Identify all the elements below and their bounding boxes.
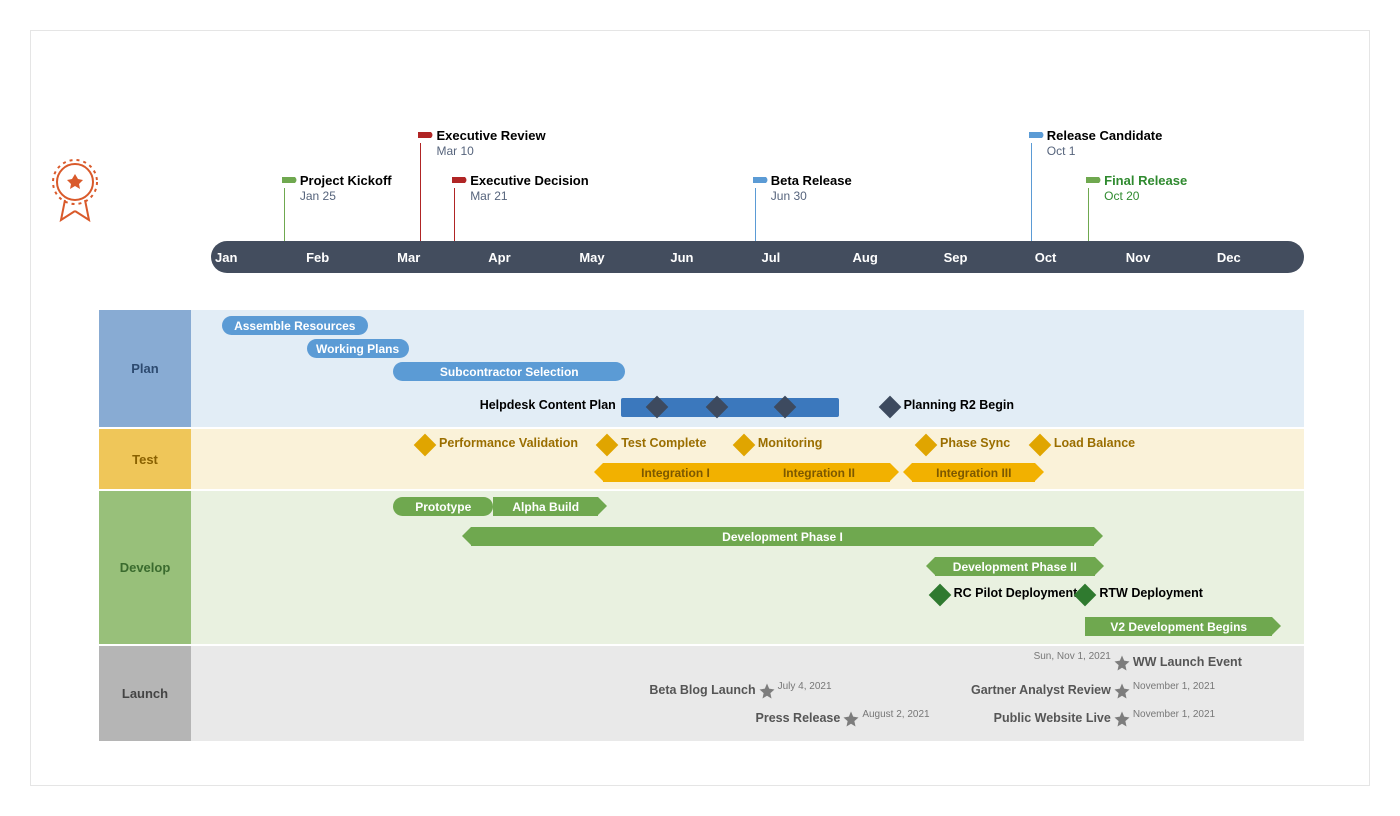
dev-phase1: Development Phase I <box>471 527 1095 546</box>
launch-star-icon <box>842 710 860 728</box>
milestone-diamond-label: Performance Validation <box>439 436 578 450</box>
alpha-bar: Alpha Build <box>493 497 598 516</box>
milestone-date: Jan 25 <box>300 189 336 203</box>
launch-star-icon <box>1113 654 1131 672</box>
launch-date: July 4, 2021 <box>778 681 832 692</box>
launch-star-icon <box>1113 710 1131 728</box>
month-label: Mar <box>393 250 484 265</box>
milestone-date: Mar 21 <box>470 189 507 203</box>
month-label: Dec <box>1213 250 1304 265</box>
integration-bar: Integration II <box>748 463 889 482</box>
milestone-date: Oct 1 <box>1047 144 1076 158</box>
swimlane-label-develop: Develop <box>99 491 191 644</box>
launch-date: November 1, 2021 <box>1133 681 1213 692</box>
launch-star-icon <box>1113 682 1131 700</box>
milestone-diamond-label: Load Balance <box>1054 436 1135 450</box>
launch-date: August 2, 2021 <box>862 709 929 720</box>
plan-task: Working Plans <box>307 339 409 358</box>
gantt-chart: JanFebMarAprMayJunJulAugSepOctNovDec Pla… <box>99 86 1304 756</box>
dev-phase2: Development Phase II <box>935 557 1094 576</box>
month-axis: JanFebMarAprMayJunJulAugSepOctNovDec <box>211 241 1304 273</box>
milestone-title: Project Kickoff <box>300 173 392 188</box>
month-label: Apr <box>484 250 575 265</box>
swimlane-label-launch: Launch <box>99 646 191 741</box>
milestone-date: Oct 20 <box>1104 189 1139 203</box>
prototype-bar: Prototype <box>393 497 493 516</box>
milestone-flag: Final ReleaseOct 20 <box>1088 86 1288 241</box>
milestone-diamond-label: Planning R2 Begin <box>904 398 1014 412</box>
integration-bar: Integration III <box>912 463 1035 482</box>
plan-task: Subcontractor Selection <box>393 362 625 381</box>
swimlane-label-plan: Plan <box>99 310 191 427</box>
month-label: Jun <box>666 250 757 265</box>
month-label: Nov <box>1122 250 1213 265</box>
launch-star-icon <box>758 682 776 700</box>
milestone-diamond-label: Test Complete <box>621 436 706 450</box>
launch-date: November 1, 2021 <box>1133 709 1213 720</box>
flag-icon <box>1029 131 1045 143</box>
milestone-title: Executive Decision <box>470 173 589 188</box>
launch-label: Press Release <box>756 711 841 725</box>
milestone-flag: Beta ReleaseJun 30 <box>755 86 955 241</box>
award-ribbon-icon <box>45 156 105 228</box>
flag-icon <box>282 176 298 188</box>
month-label: Oct <box>1031 250 1122 265</box>
month-label: Aug <box>849 250 940 265</box>
milestone-title: Final Release <box>1104 173 1187 188</box>
month-label: Jan <box>211 250 302 265</box>
launch-label: Public Website Live <box>994 711 1111 725</box>
month-label: Feb <box>302 250 393 265</box>
flag-icon <box>452 176 468 188</box>
v2-bar: V2 Development Begins <box>1085 617 1272 636</box>
swimlane-label-test: Test <box>99 429 191 489</box>
milestone-diamond-label: RTW Deployment <box>1099 586 1202 600</box>
launch-label: Beta Blog Launch <box>649 683 755 697</box>
helpdesk-label: Helpdesk Content Plan <box>480 398 616 412</box>
milestone-date: Jun 30 <box>771 189 807 203</box>
launch-date: Sun, Nov 1, 2021 <box>1034 651 1111 662</box>
milestone-flag: Executive DecisionMar 21 <box>454 86 654 241</box>
milestone-diamond-label: Monitoring <box>758 436 823 450</box>
launch-label: Gartner Analyst Review <box>971 683 1111 697</box>
milestone-diamond-label: Phase Sync <box>940 436 1010 450</box>
month-label: Jul <box>757 250 848 265</box>
month-label: Sep <box>940 250 1031 265</box>
plan-task: Assemble Resources <box>222 316 368 335</box>
flag-icon <box>418 131 434 143</box>
integration-bar: Integration I <box>603 463 749 482</box>
flag-icon <box>1086 176 1102 188</box>
chart-frame: JanFebMarAprMayJunJulAugSepOctNovDec Pla… <box>30 30 1370 786</box>
launch-label: WW Launch Event <box>1133 655 1242 669</box>
milestone-diamond-label: RC Pilot Deployment <box>954 586 1078 600</box>
month-label: May <box>575 250 666 265</box>
milestone-title: Beta Release <box>771 173 852 188</box>
flag-icon <box>753 176 769 188</box>
